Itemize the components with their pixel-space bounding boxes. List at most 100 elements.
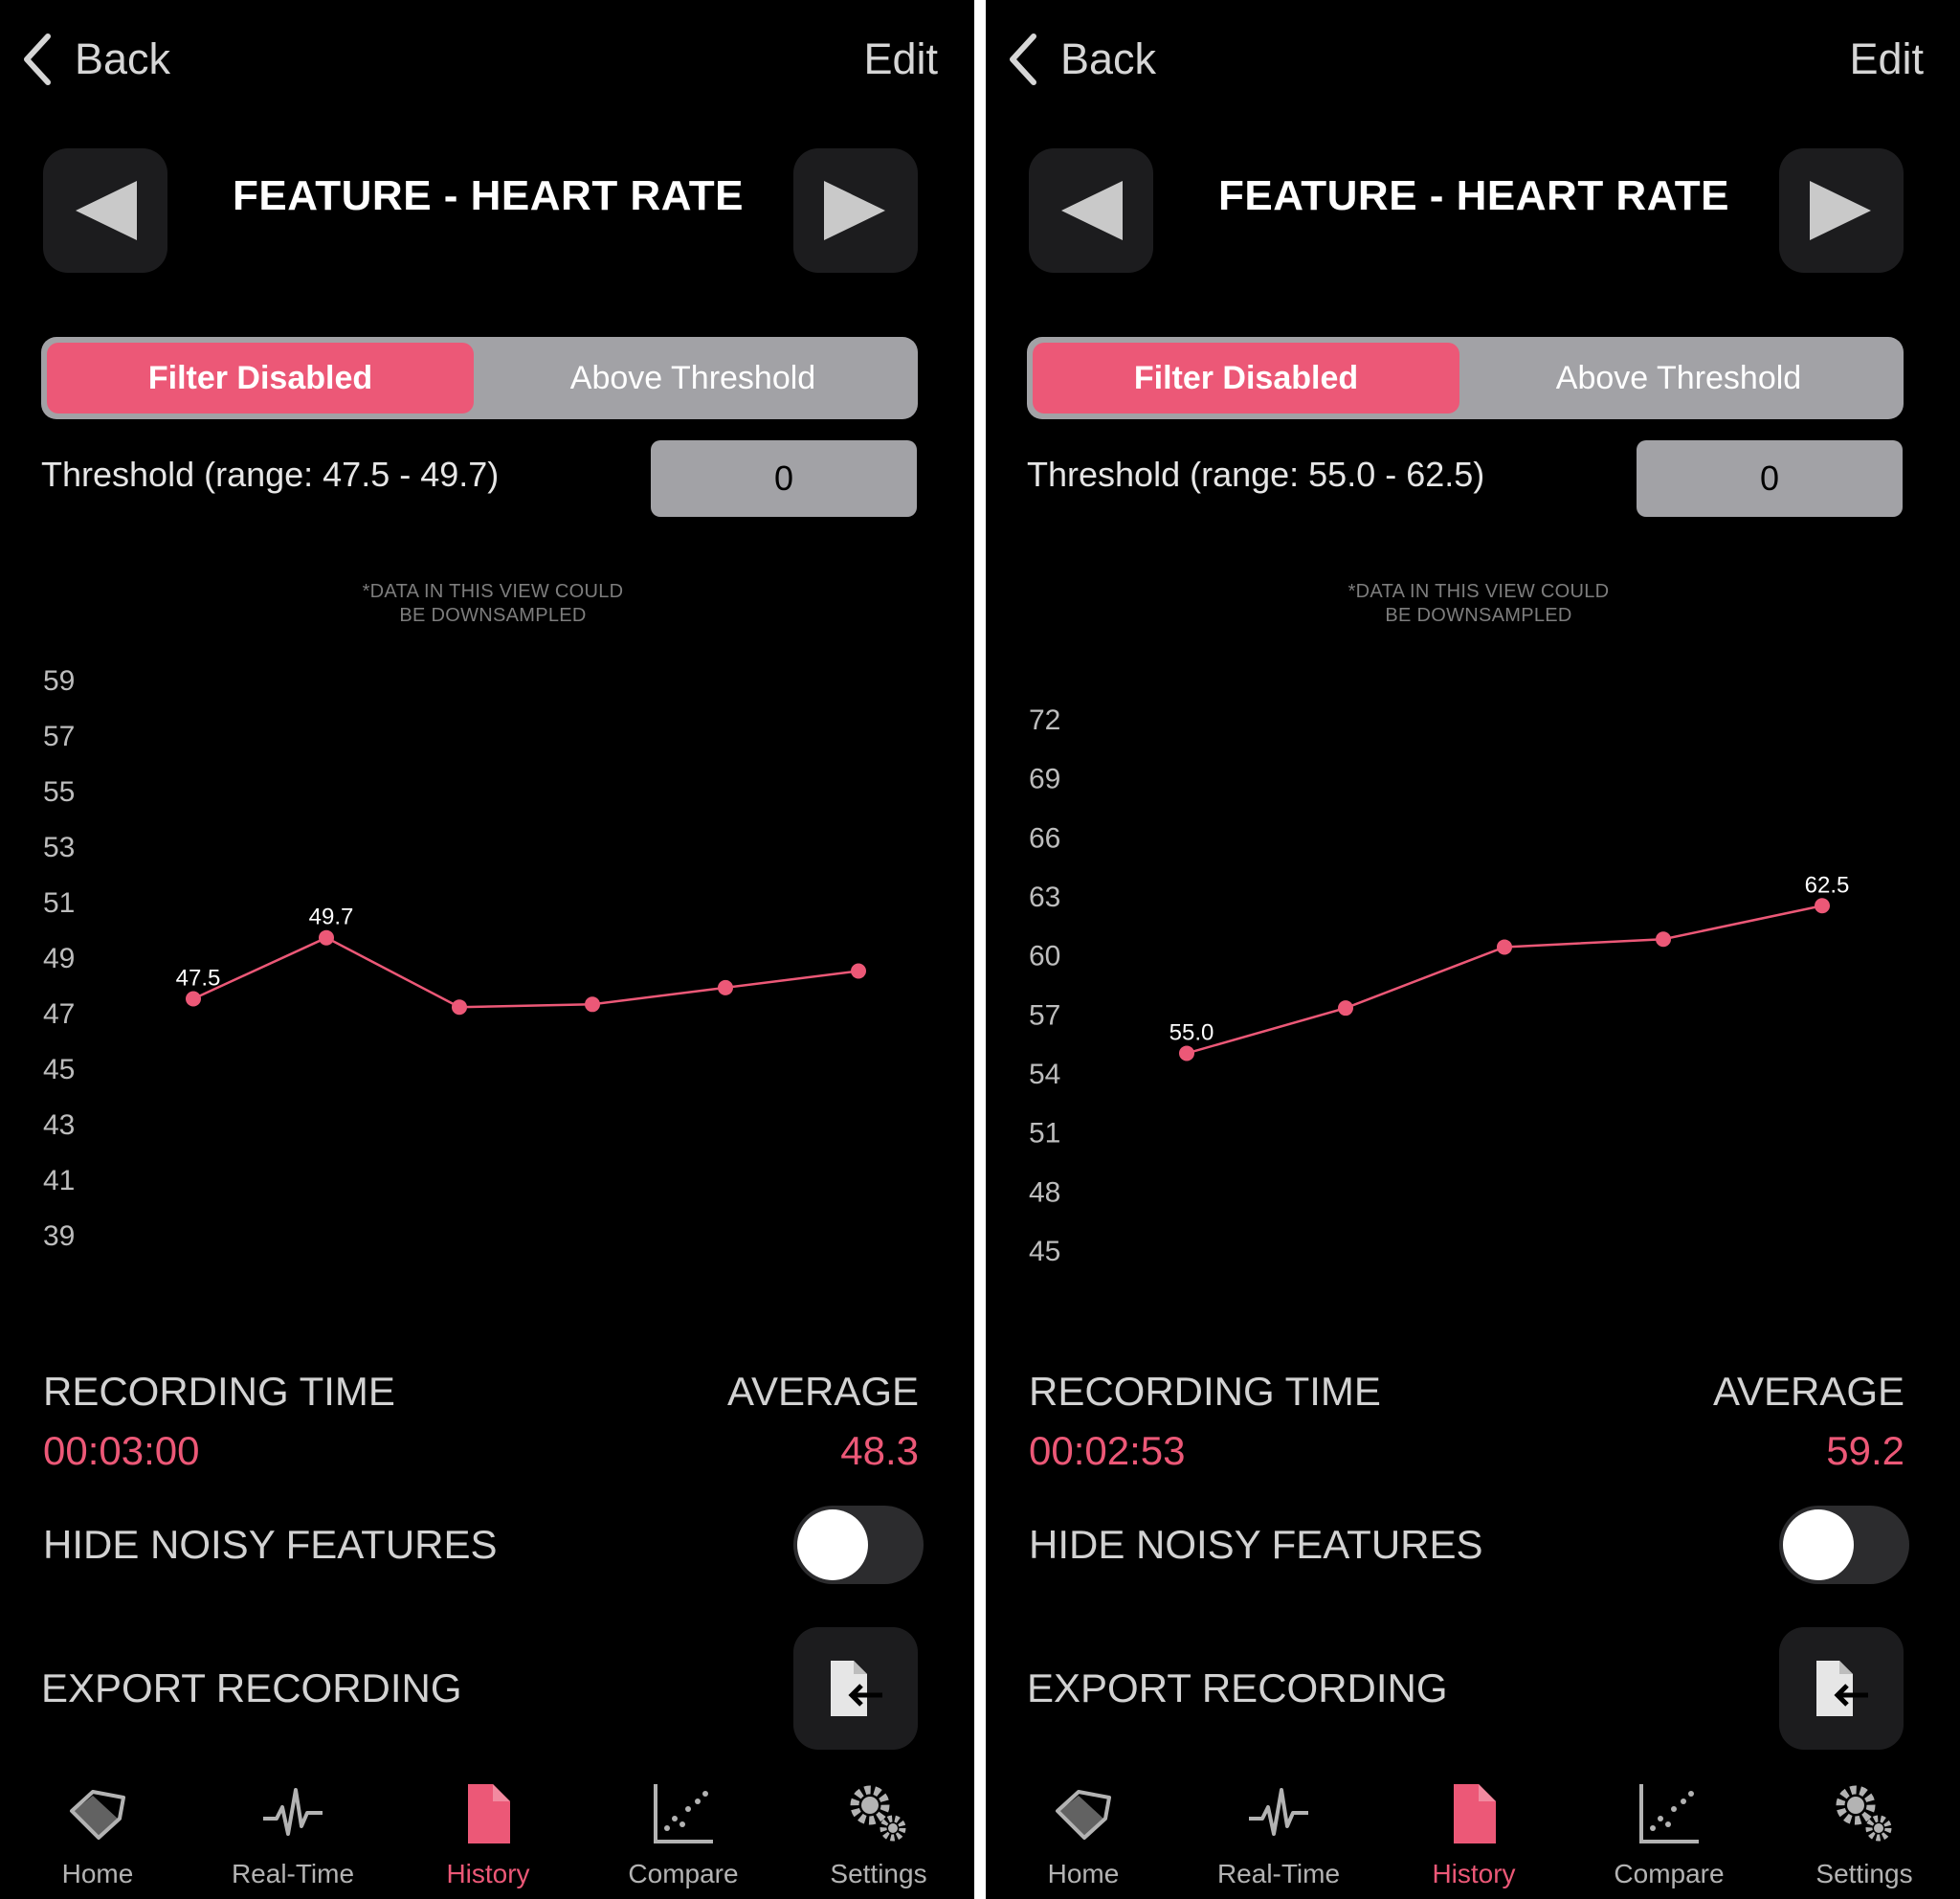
y-tick-label: 41 — [43, 1165, 75, 1196]
previous-feature-button[interactable] — [1029, 148, 1153, 273]
y-tick-label: 39 — [43, 1220, 75, 1252]
tab-home[interactable]: Home — [986, 1771, 1181, 1899]
y-tick-label: 69 — [1029, 764, 1060, 795]
hide-noisy-features-toggle[interactable] — [793, 1506, 924, 1584]
gears-icon — [850, 1785, 906, 1842]
back-label: Back — [75, 34, 171, 83]
data-label: 49.7 — [309, 905, 354, 930]
y-tick-label: 66 — [1029, 822, 1060, 854]
tab-settings[interactable]: Settings — [781, 1771, 974, 1899]
tab-home-label: Home — [61, 1859, 134, 1888]
data-point — [1815, 898, 1830, 914]
hide-noisy-features-toggle[interactable] — [1779, 1506, 1909, 1584]
data-point — [1179, 1045, 1194, 1061]
downsample-note: *DATA IN THIS VIEW COULD BE DOWNSAMPLED — [244, 580, 742, 628]
data-point — [452, 999, 467, 1016]
downsample-note: *DATA IN THIS VIEW COULD BE DOWNSAMPLED — [1230, 580, 1727, 628]
export-file-icon — [831, 1661, 882, 1716]
downsample-note-line-2: BE DOWNSAMPLED — [1385, 605, 1572, 626]
export-recording-label: EXPORT RECORDING — [1027, 1665, 1448, 1710]
tab-compare-label: Compare — [628, 1859, 739, 1888]
segment-above-threshold[interactable]: Above Threshold — [1459, 343, 1898, 413]
edit-button[interactable]: Edit — [863, 29, 938, 90]
y-tick-label: 45 — [1029, 1236, 1060, 1267]
triangle-left-icon — [1061, 181, 1123, 240]
y-tick-label: 43 — [43, 1109, 75, 1141]
y-tick-label: 60 — [1029, 941, 1060, 972]
average-value: 59.2 — [1826, 1428, 1904, 1473]
y-tick-label: 51 — [43, 887, 75, 919]
tab-compare[interactable]: Compare — [586, 1771, 781, 1899]
tab-bar: Home Real-Time History Compare Settings — [0, 1771, 974, 1899]
export-file-icon — [1816, 1661, 1868, 1716]
tab-settings-label: Settings — [1815, 1859, 1913, 1888]
average-label: AVERAGE — [1713, 1369, 1904, 1414]
y-tick-label: 72 — [1029, 704, 1060, 736]
y-tick-label: 47 — [43, 998, 75, 1030]
tab-settings-label: Settings — [830, 1859, 927, 1888]
series-line — [1186, 905, 1823, 1055]
tab-home-label: Home — [1047, 1859, 1120, 1888]
segment-above-threshold[interactable]: Above Threshold — [474, 343, 912, 413]
feature-title: FEATURE - HEART RATE — [233, 172, 744, 219]
toggle-knob — [1783, 1509, 1854, 1580]
threshold-label: Threshold (range: 47.5 - 49.7) — [41, 455, 500, 494]
heart-tag-icon — [1056, 1790, 1111, 1840]
screen-left: Back Edit FEATURE - HEART RATE Filter Di… — [0, 0, 974, 1899]
tab-compare-label: Compare — [1614, 1859, 1725, 1888]
data-point — [851, 963, 866, 979]
threshold-label: Threshold (range: 55.0 - 62.5) — [1027, 455, 1485, 494]
pulse-icon — [263, 1788, 323, 1836]
data-point — [718, 979, 733, 995]
data-point — [1338, 1000, 1353, 1017]
tab-history[interactable]: History — [390, 1771, 586, 1899]
segment-filter-disabled[interactable]: Filter Disabled — [1033, 343, 1459, 413]
tab-real-time-label: Real-Time — [1216, 1859, 1341, 1888]
export-recording-label: EXPORT RECORDING — [41, 1665, 462, 1710]
hide-noisy-features-label: HIDE NOISY FEATURES — [1029, 1522, 1483, 1567]
heart-rate-chart: 72 69 66 63 60 57 54 51 48 45 55.0 62.5 — [1029, 704, 1850, 1267]
threshold-input[interactable] — [1637, 440, 1903, 517]
export-recording-button[interactable] — [793, 1627, 918, 1750]
toggle-knob — [797, 1509, 868, 1580]
previous-feature-button[interactable] — [43, 148, 167, 273]
tab-real-time[interactable]: Real-Time — [1181, 1771, 1376, 1899]
tab-history[interactable]: History — [1376, 1771, 1571, 1899]
filter-segmented-control: Filter Disabled Above Threshold — [41, 337, 918, 419]
back-button[interactable]: Back — [21, 29, 170, 90]
export-recording-button[interactable] — [1779, 1627, 1904, 1750]
triangle-left-icon — [76, 181, 137, 240]
edit-button[interactable]: Edit — [1849, 29, 1924, 90]
recording-time-value: 00:03:00 — [43, 1428, 200, 1473]
document-icon — [468, 1784, 510, 1843]
scatter-plot-icon — [654, 1784, 713, 1843]
series-line — [192, 936, 859, 1009]
average-label: AVERAGE — [727, 1369, 919, 1414]
gears-icon — [1836, 1785, 1892, 1842]
y-tick-label: 57 — [1029, 999, 1060, 1031]
tab-settings[interactable]: Settings — [1767, 1771, 1960, 1899]
data-label: 62.5 — [1805, 872, 1850, 898]
y-tick-label: 51 — [1029, 1118, 1060, 1150]
tab-compare[interactable]: Compare — [1571, 1771, 1767, 1899]
tab-history-label: History — [1432, 1859, 1516, 1888]
data-point — [1656, 931, 1671, 948]
recording-time-label: RECORDING TIME — [1029, 1369, 1381, 1414]
tab-bar: Home Real-Time History Compare Settings — [986, 1771, 1960, 1899]
y-tick-label: 45 — [43, 1054, 75, 1085]
tab-home[interactable]: Home — [0, 1771, 195, 1899]
y-tick-label: 63 — [1029, 882, 1060, 913]
segment-filter-disabled[interactable]: Filter Disabled — [47, 343, 474, 413]
tab-real-time[interactable]: Real-Time — [195, 1771, 390, 1899]
scatter-plot-icon — [1639, 1784, 1699, 1843]
next-feature-button[interactable] — [1779, 148, 1904, 273]
chevron-left-icon — [1010, 34, 1036, 85]
y-tick-label: 48 — [1029, 1176, 1060, 1208]
screen-right: Back Edit FEATURE - HEART RATE Filter Di… — [986, 0, 1960, 1899]
threshold-input[interactable] — [651, 440, 917, 517]
data-label: 47.5 — [176, 966, 221, 992]
next-feature-button[interactable] — [793, 148, 918, 273]
average-value: 48.3 — [840, 1428, 919, 1473]
filter-segmented-control: Filter Disabled Above Threshold — [1027, 337, 1904, 419]
back-button[interactable]: Back — [1007, 29, 1156, 90]
